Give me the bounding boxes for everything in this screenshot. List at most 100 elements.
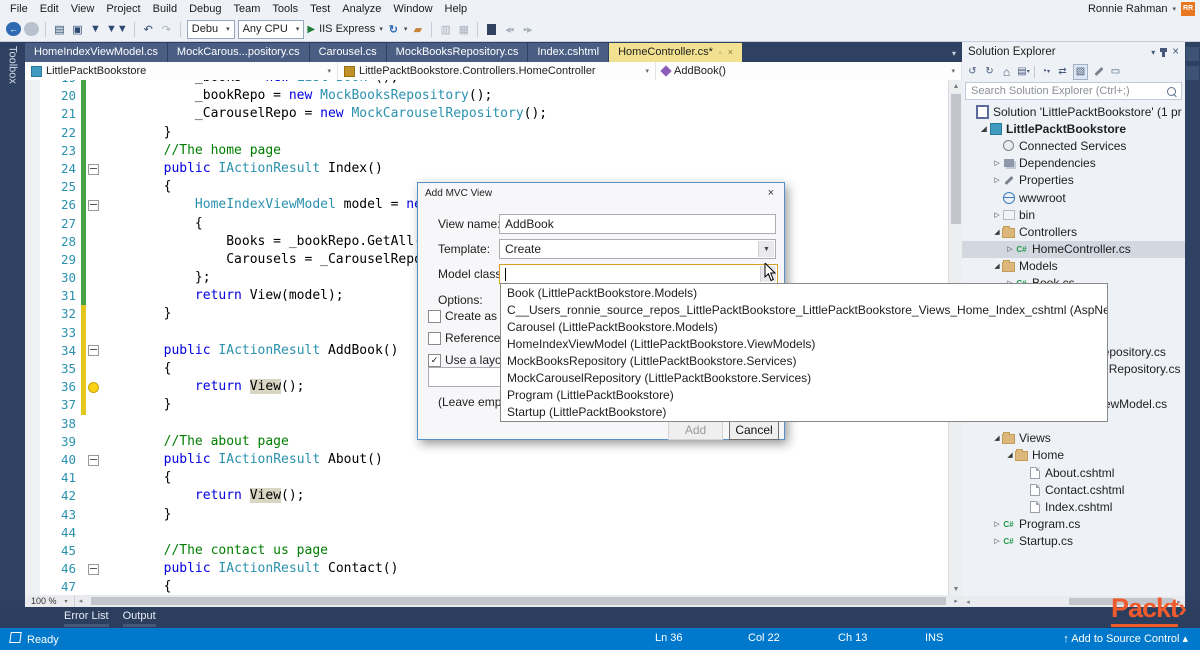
menu-file[interactable]: File — [4, 2, 34, 16]
close-icon[interactable]: × — [765, 187, 777, 199]
expanded-arrow-icon[interactable]: ◢ — [979, 125, 989, 133]
pin-icon[interactable]: ◦ — [719, 48, 722, 57]
menu-debug[interactable]: Debug — [183, 2, 227, 16]
breadcrumb-member-dropdown[interactable]: AddBook() ▾ — [656, 62, 962, 80]
sync-with-active-document-icon[interactable]: ⇄ — [1056, 65, 1069, 79]
collapsed-arrow-icon[interactable]: ▷ — [992, 176, 1002, 184]
menu-view[interactable]: View — [65, 2, 101, 16]
new-project-icon[interactable]: ▤ — [52, 21, 67, 37]
toolbox-tab[interactable]: Toolbox — [7, 46, 19, 84]
tree-item-connected-services[interactable]: Connected Services — [962, 137, 1185, 154]
editor-zoom-select[interactable]: 100 % ▾ — [25, 595, 75, 607]
properties-icon[interactable] — [1092, 65, 1105, 79]
menu-analyze[interactable]: Analyze — [336, 2, 387, 16]
scroll-left-icon[interactable]: ◂ — [75, 597, 87, 605]
document-tab[interactable]: HomeController.cs* ◦ × — [609, 43, 742, 62]
navigate-forward-icon[interactable]: → — [24, 22, 39, 36]
add-item-icon[interactable]: ▣ — [70, 21, 85, 37]
menu-window[interactable]: Window — [387, 2, 438, 16]
document-tab[interactable]: HomeIndexViewModel.cs — [25, 43, 167, 62]
expanded-arrow-icon[interactable]: ◢ — [992, 228, 1002, 236]
collapsed-arrow-icon[interactable]: ▷ — [992, 159, 1002, 167]
menu-project[interactable]: Project — [100, 2, 146, 16]
breadcrumb-project-dropdown[interactable]: LittlePacktBookstore ▾ — [25, 62, 338, 80]
search-icon[interactable] — [1167, 86, 1176, 96]
tree-item-wwwroot[interactable]: wwwroot — [962, 189, 1185, 206]
redo-icon[interactable]: ↷ — [159, 21, 174, 37]
attach-icon[interactable]: ▦ — [456, 21, 471, 37]
dialog-titlebar[interactable]: Add MVC View × — [418, 183, 784, 203]
titlebar-account[interactable]: Ronnie Rahman ▾ RR — [1088, 1, 1200, 16]
add-to-source-control-button[interactable]: ↑ Add to Source Control ▴ — [1063, 632, 1188, 645]
solution-platform-select[interactable]: Any CPU ▾ — [237, 19, 305, 39]
document-tab[interactable]: Carousel.cs — [309, 43, 386, 62]
menu-tools[interactable]: Tools — [266, 2, 304, 16]
find-in-files-icon[interactable]: ▥ — [438, 21, 453, 37]
model-class-option[interactable]: Book (LittlePacktBookstore.Models) — [501, 284, 1107, 301]
template-select[interactable]: Create ▼ — [499, 239, 776, 259]
horizontal-scrollbar-thumb[interactable] — [90, 597, 946, 605]
model-class-option[interactable]: Carousel (LittlePacktBookstore.Models) — [501, 318, 1107, 335]
undo-icon[interactable]: ↶ — [141, 21, 156, 37]
scrollbar-thumb[interactable] — [951, 94, 961, 224]
start-debugging-button[interactable]: ▶ IIS Express ▾ — [307, 23, 382, 35]
close-icon[interactable]: × — [728, 47, 733, 57]
document-tab[interactable]: Index.cshtml — [528, 43, 609, 62]
show-all-files-icon[interactable]: ▧ — [1073, 63, 1088, 80]
scroll-right-icon[interactable]: ▸ — [950, 597, 962, 605]
error-list-tab[interactable]: Error List — [64, 610, 109, 627]
tree-item-dependencies[interactable]: ▷ Dependencies — [962, 155, 1185, 172]
checkbox-checked-icon[interactable]: ✓ — [428, 353, 441, 367]
tree-item-models[interactable]: ◢ Models — [962, 258, 1185, 275]
collapse-icon[interactable] — [88, 563, 99, 575]
collapse-icon[interactable] — [88, 163, 99, 175]
document-tab[interactable]: MockBooksRepository.cs — [386, 43, 528, 62]
model-class-option[interactable]: MockCarouselRepository (LittlePacktBooks… — [501, 369, 1107, 386]
tree-item-startup-cs[interactable]: ▷ C# Startup.cs — [962, 533, 1185, 550]
chevron-down-icon[interactable]: ▼ — [758, 241, 774, 257]
signed-in-user[interactable]: Ronnie Rahman — [1088, 3, 1168, 15]
solution-configuration-select[interactable]: Debu ▾ — [186, 19, 235, 39]
home-icon[interactable]: ⌂ — [1000, 65, 1013, 79]
pending-changes-filter-icon[interactable]: ◔ ▾ — [1039, 65, 1052, 79]
pin-icon[interactable] — [1160, 47, 1168, 57]
menu-help[interactable]: Help — [439, 2, 474, 16]
window-position-icon[interactable]: ▾ — [1151, 48, 1155, 57]
model-class-option[interactable]: Program (LittlePacktBookstore) — [501, 387, 1107, 404]
tree-item-bin[interactable]: ▷ bin — [962, 206, 1185, 223]
tree-item-littlepacktbookstore[interactable]: ◢ LittlePacktBookstore — [962, 120, 1185, 137]
collapsed-arrow-icon[interactable]: ▷ — [1005, 245, 1015, 253]
tree-item-contact-cshtml[interactable]: Contact.cshtml — [962, 481, 1185, 498]
step-over-icon[interactable] — [484, 21, 499, 37]
add-button[interactable]: Add — [668, 419, 723, 440]
document-tab[interactable]: MockCarous...pository.cs — [167, 43, 309, 62]
collapse-icon[interactable] — [88, 199, 99, 211]
navigate-back-icon[interactable]: ← — [6, 22, 21, 36]
bookmark-prev-icon[interactable]: ◂▪ — [502, 21, 517, 37]
browser-link-icon[interactable]: ▰ — [410, 21, 425, 37]
output-tab[interactable]: Output — [122, 610, 156, 627]
scroll-down-icon[interactable]: ▼ — [949, 583, 963, 595]
user-dropdown-caret-icon[interactable]: ▾ — [1172, 5, 1176, 13]
tab-overflow-icon[interactable]: ▾ — [946, 45, 962, 62]
tree-item-program-cs[interactable]: ▷ C# Program.cs — [962, 516, 1185, 533]
collapse-icon[interactable] — [88, 454, 99, 466]
expanded-arrow-icon[interactable]: ◢ — [992, 262, 1002, 270]
forward-icon[interactable]: ↻ — [983, 65, 996, 79]
collapsed-arrow-icon[interactable]: ▷ — [992, 520, 1002, 528]
tree-item-home[interactable]: ◢ Home — [962, 447, 1185, 464]
avatar[interactable]: RR — [1181, 1, 1195, 16]
tree-item-properties[interactable]: ▷ Properties — [962, 172, 1185, 189]
menu-team[interactable]: Team — [228, 2, 267, 16]
bookmark-next-icon[interactable]: ▪▸ — [520, 21, 535, 37]
collapse-all-icon[interactable]: ▤ ▾ — [1017, 65, 1030, 79]
save-all-icon[interactable]: ▼▼ — [106, 21, 128, 37]
tree-item-solution-littlepacktbookstore-1-pr[interactable]: Solution 'LittlePacktBookstore' (1 pr — [962, 103, 1185, 120]
collapsed-arrow-icon[interactable]: ▷ — [992, 211, 1002, 219]
diagnostic-tools-tab[interactable] — [1186, 66, 1199, 80]
tree-item-controllers[interactable]: ◢ Controllers — [962, 223, 1185, 240]
breadcrumb-type-dropdown[interactable]: LittlePacktBookstore.Controllers.HomeCon… — [338, 62, 656, 80]
cancel-button[interactable]: Cancel — [729, 419, 779, 440]
tree-item-index-cshtml[interactable]: Index.cshtml — [962, 498, 1185, 515]
tree-item-about-cshtml[interactable]: About.cshtml — [962, 464, 1185, 481]
